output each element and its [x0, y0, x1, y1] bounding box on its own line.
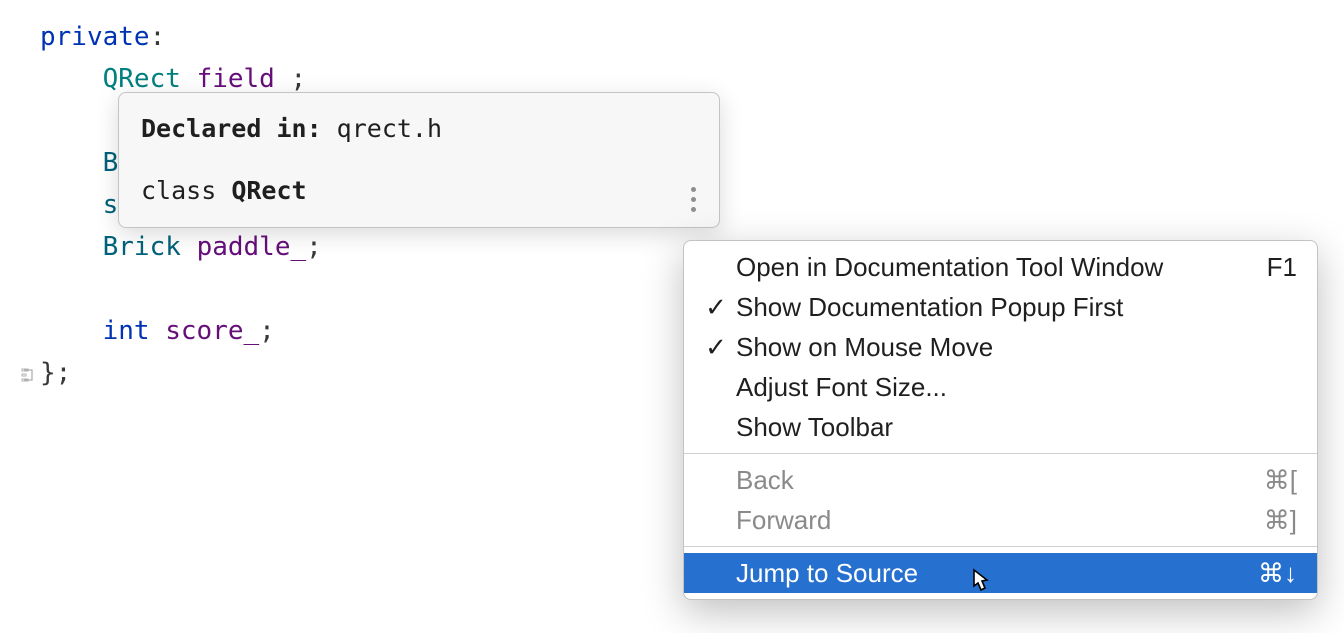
menu-item-jump-to-source[interactable]: Jump to Source⌘↓ [684, 553, 1317, 593]
class-end-gutter-icon [20, 367, 36, 383]
code-member-paddle: paddle_ [197, 232, 307, 262]
menu-item-show-toolbar[interactable]: Show Toolbar [684, 407, 1317, 447]
code-member-field: field_ [197, 64, 291, 94]
menu-item-open-in-documentation-tool-window[interactable]: Open in Documentation Tool WindowF1 [684, 247, 1317, 287]
menu-item-label: Jump to Source [736, 557, 1258, 589]
code-fragment-s: s [103, 190, 119, 220]
code-fragment-b: B [103, 148, 119, 178]
doc-class-signature: class QRect [141, 173, 697, 209]
menu-item-label: Show on Mouse Move [736, 331, 1297, 363]
code-member-score: score_ [165, 316, 259, 346]
code-type-brick: Brick [103, 232, 181, 262]
menu-item-show-on-mouse-move[interactable]: ✓Show on Mouse Move [684, 327, 1317, 367]
doc-popup-menu-button[interactable] [681, 183, 705, 215]
code-keyword-private: private [40, 22, 150, 52]
menu-item-shortcut: ⌘] [1264, 504, 1297, 536]
menu-item-shortcut: F1 [1267, 251, 1297, 283]
menu-item-label: Back [736, 464, 1264, 496]
menu-item-shortcut: ⌘[ [1264, 464, 1297, 496]
code-punct: : [150, 22, 166, 52]
code-brace-end: }; [40, 358, 71, 388]
documentation-context-menu: Open in Documentation Tool WindowF1✓Show… [683, 240, 1318, 600]
menu-check-icon: ✓ [696, 331, 736, 363]
menu-item-forward: Forward⌘] [684, 500, 1317, 540]
editor-gutter [0, 0, 18, 633]
menu-separator [684, 453, 1317, 454]
menu-item-label: Forward [736, 504, 1264, 536]
menu-separator [684, 546, 1317, 547]
code-keyword-int: int [103, 316, 150, 346]
menu-item-show-documentation-popup-first[interactable]: ✓Show Documentation Popup First [684, 287, 1317, 327]
documentation-popup: Declared in: qrect.h class QRect [118, 92, 720, 228]
menu-item-label: Open in Documentation Tool Window [736, 251, 1267, 283]
menu-item-adjust-font-size[interactable]: Adjust Font Size... [684, 367, 1317, 407]
menu-item-back: Back⌘[ [684, 460, 1317, 500]
menu-item-label: Adjust Font Size... [736, 371, 1297, 403]
menu-item-shortcut: ⌘↓ [1258, 557, 1297, 589]
menu-item-label: Show Documentation Popup First [736, 291, 1297, 323]
code-type-qrect: QRect [103, 64, 181, 94]
doc-declared-in: Declared in: qrect.h [141, 111, 697, 147]
menu-item-label: Show Toolbar [736, 411, 1297, 443]
menu-check-icon: ✓ [696, 291, 736, 323]
